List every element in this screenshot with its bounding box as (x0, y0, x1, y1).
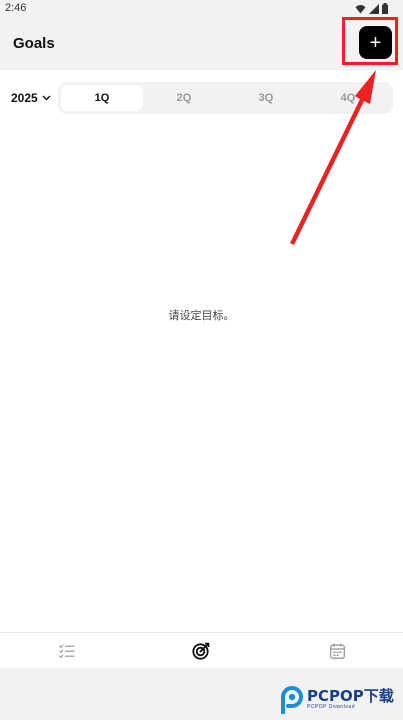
tab-3q[interactable]: 3Q (225, 85, 307, 111)
year-label: 2025 (11, 91, 38, 105)
chevron-down-icon (42, 95, 51, 101)
quarter-tabs: 1Q 2Q 3Q 4Q (58, 82, 393, 114)
watermark-text: PCPOP下载 PCPOP Download (307, 686, 394, 710)
wifi-icon (355, 4, 366, 13)
checklist-icon (59, 644, 75, 658)
target-icon (192, 642, 210, 660)
plus-icon: + (369, 31, 382, 54)
add-goal-button[interactable]: + (359, 26, 392, 59)
calendar-icon (329, 643, 345, 659)
battery-icon (382, 3, 388, 14)
tab-4q[interactable]: 4Q (307, 85, 389, 111)
nav-item-tasks[interactable] (58, 642, 76, 660)
pcpop-logo-icon (281, 686, 303, 714)
status-bar: 2:46 (0, 0, 403, 17)
status-icons (355, 3, 388, 14)
app-header: Goals + (0, 17, 403, 70)
tab-2q[interactable]: 2Q (143, 85, 225, 111)
watermark-title: PCPOP下载 (307, 686, 394, 705)
watermark-subtitle: PCPOP Download (307, 703, 356, 710)
year-selector[interactable]: 2025 (11, 91, 51, 105)
bottom-nav (0, 632, 403, 668)
nav-item-calendar[interactable] (328, 642, 346, 660)
page-title: Goals (13, 35, 55, 52)
status-time: 2:46 (5, 2, 27, 14)
nav-item-goals[interactable] (192, 642, 210, 660)
watermark: PCPOP下载 PCPOP Download (279, 684, 394, 714)
tab-1q[interactable]: 1Q (61, 85, 143, 111)
empty-state-message: 请设定目标。 (168, 310, 235, 322)
signal-icon (369, 3, 379, 14)
